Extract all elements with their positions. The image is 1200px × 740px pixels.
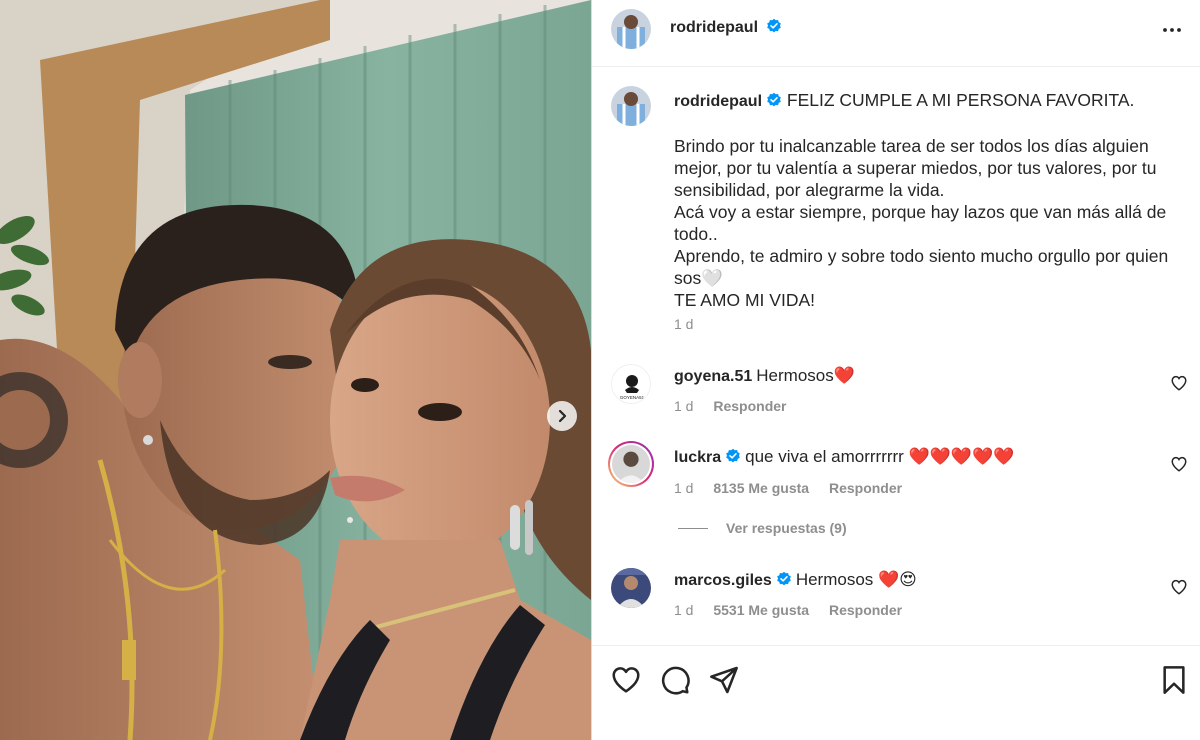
view-replies-button[interactable]: Ver respuestas (9) (678, 520, 847, 536)
header-name: rodridepaul (670, 18, 782, 37)
username-link[interactable]: rodridepaul (670, 19, 758, 36)
caption-line: Brindo por tu inalcanzable tarea de ser … (674, 136, 1149, 156)
caption-line: Acá voy a estar siempre, porque hay lazo… (674, 202, 1167, 222)
caption-line: sensibilidad, por alegrarme la vida. (674, 180, 945, 200)
caption-username[interactable]: rodridepaul (674, 93, 762, 110)
comment-content: luckra que viva el amorrrrrrr ❤️❤️❤️❤️❤️ (674, 447, 1014, 467)
comment-username[interactable]: luckra (674, 449, 721, 466)
comment-timestamp[interactable]: 1 d (674, 398, 693, 414)
like-heart-icon[interactable] (610, 664, 642, 696)
view-replies-label: Ver respuestas (9) (726, 520, 847, 536)
reply-button[interactable]: Responder (829, 602, 902, 618)
caption-avatar[interactable] (611, 86, 651, 126)
comment-bubble-icon[interactable] (659, 664, 691, 696)
comment-timestamp[interactable]: 1 d (674, 480, 693, 496)
comment-avatar[interactable]: GOYENA51 (611, 364, 651, 404)
bookmark-icon[interactable] (1158, 664, 1190, 696)
comment-content: marcos.giles Hermosos ❤️😍 (674, 570, 917, 590)
caption-line: TE AMO MI VIDA! (674, 290, 815, 310)
comment-username[interactable]: goyena.51 (674, 368, 752, 385)
avatar-logo-text: GOYENA51 (620, 395, 645, 400)
comment-username[interactable]: marcos.giles (674, 572, 772, 589)
caption-text: rodridepaul FELIZ CUMPLE A MI PERSONA FA… (674, 89, 1174, 311)
caption-line: todo.. (674, 224, 718, 244)
caption-first-line: FELIZ CUMPLE A MI PERSONA FAVORITA. (786, 90, 1135, 110)
verified-badge-icon (777, 571, 791, 586)
reply-button[interactable]: Responder (713, 398, 786, 414)
comment-like-count[interactable]: 5531 Me gusta (713, 602, 809, 618)
more-options-icon[interactable] (1160, 18, 1184, 42)
comment-meta: 1 d Responder (674, 398, 802, 414)
caption-timestamp[interactable]: 1 d (674, 316, 693, 332)
heart-icon[interactable] (1170, 455, 1188, 473)
post-header: rodridepaul (592, 0, 1200, 67)
caption-line: mejor, por tu valentía a superar miedos,… (674, 158, 1157, 178)
carousel-next-button[interactable] (547, 401, 577, 431)
post-photo[interactable] (0, 0, 591, 740)
comment-timestamp[interactable]: 1 d (674, 602, 693, 618)
share-send-icon[interactable] (708, 664, 740, 696)
heart-icon[interactable] (1170, 374, 1188, 392)
story-ring[interactable] (608, 441, 654, 487)
comment-avatar (612, 445, 650, 483)
avatar[interactable] (611, 9, 651, 49)
comment-like-count[interactable]: 8135 Me gusta (713, 480, 809, 496)
comment-text: Hermosos ❤️😍 (795, 570, 917, 589)
comment-meta: 1 d 5531 Me gusta Responder (674, 602, 918, 618)
action-bar (592, 645, 1200, 740)
couple-selfie-image (0, 0, 591, 740)
caption-line: Aprendo, te admiro y sobre todo siento m… (674, 246, 1169, 266)
divider (678, 527, 708, 529)
reply-button[interactable]: Responder (829, 480, 902, 496)
verified-badge-icon (767, 92, 781, 107)
post-details-panel: rodridepaul rodridepaul FELIZ CUMPLE A M… (592, 0, 1200, 740)
comment-text: que viva el amorrrrrrr ❤️❤️❤️❤️❤️ (745, 447, 1015, 466)
comment-content: goyena.51 Hermosos❤️ (674, 366, 855, 386)
verified-badge-icon (767, 18, 782, 33)
verified-badge-icon (726, 448, 740, 463)
heart-icon[interactable] (1170, 578, 1188, 596)
caption-line: sos🤍 (674, 268, 724, 288)
comment-meta: 1 d 8135 Me gusta Responder (674, 480, 918, 496)
comment-avatar[interactable] (611, 568, 651, 608)
comment-text: Hermosos❤️ (756, 366, 855, 385)
chevron-right-icon (558, 409, 567, 423)
